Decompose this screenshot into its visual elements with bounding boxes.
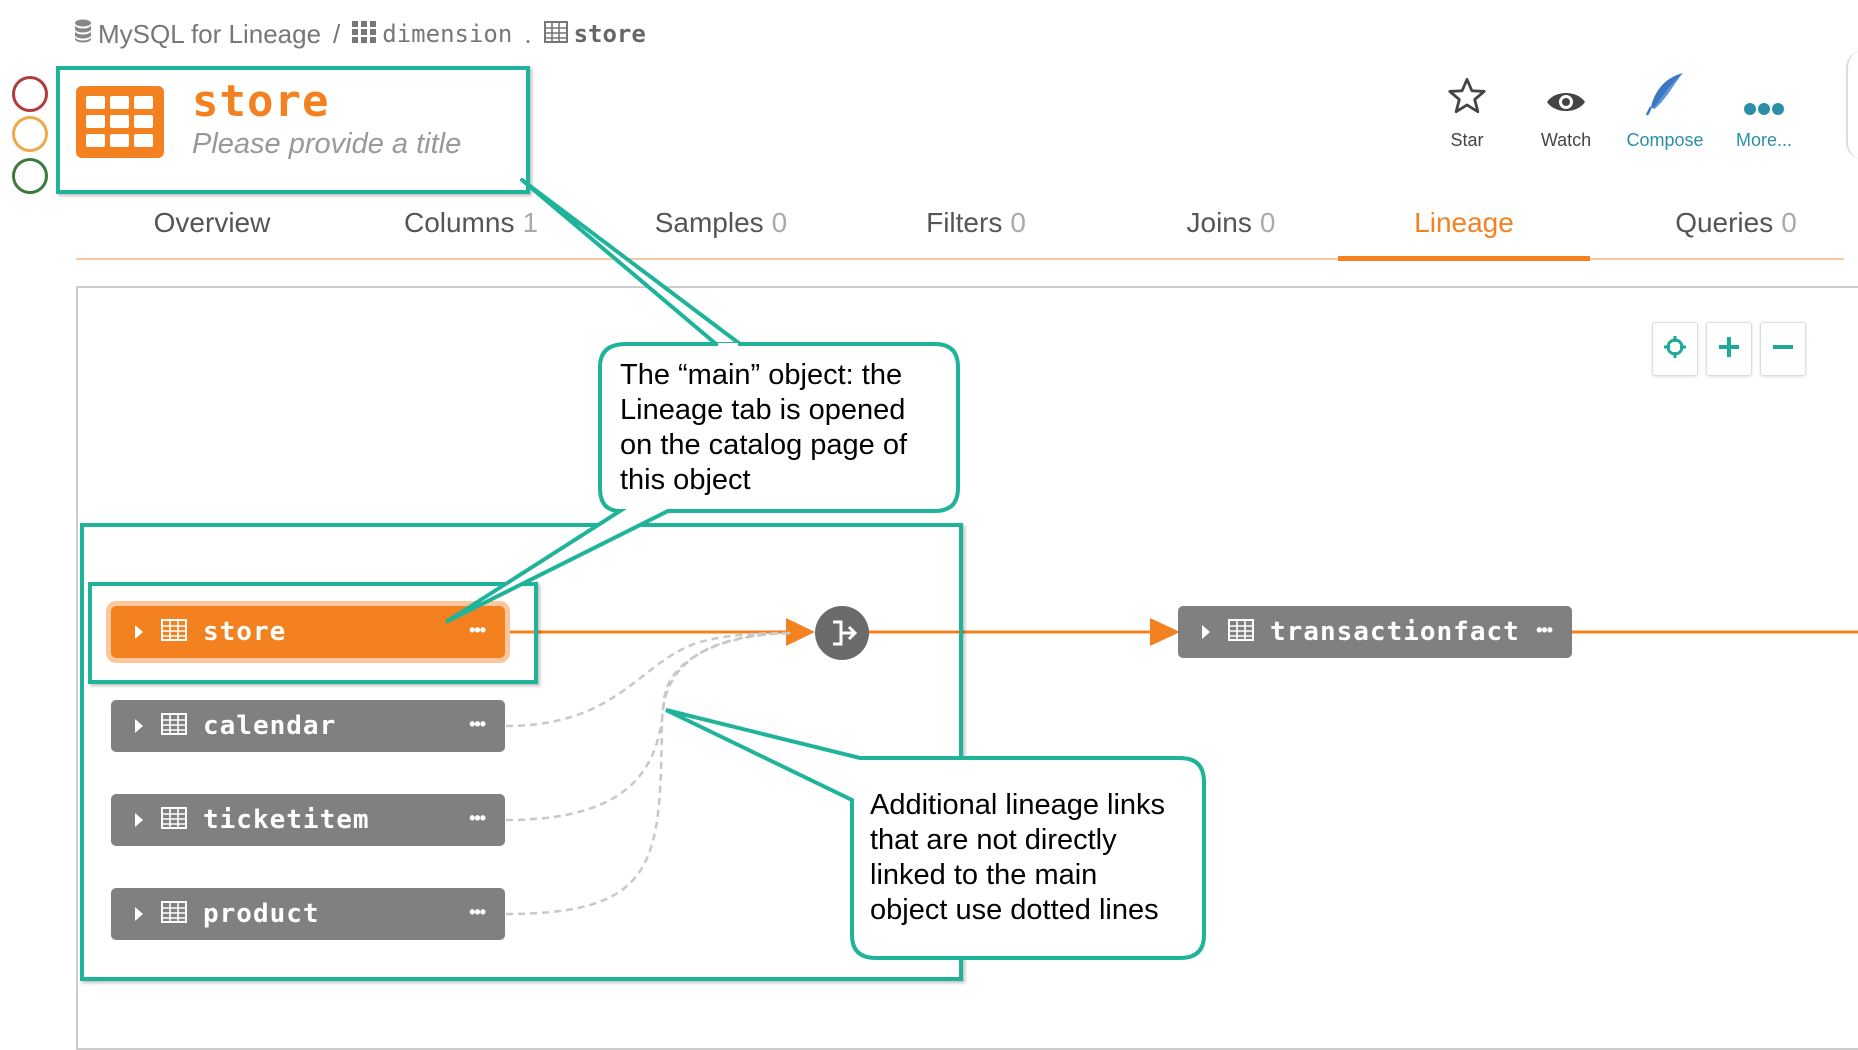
main-object-callout-pointer-up [520, 178, 742, 346]
dotted-links-callout-text: Additional lineage links that are not di… [870, 789, 1166, 926]
main-object-callout-text: The “main” object: the Lineage tab is op… [620, 359, 908, 496]
